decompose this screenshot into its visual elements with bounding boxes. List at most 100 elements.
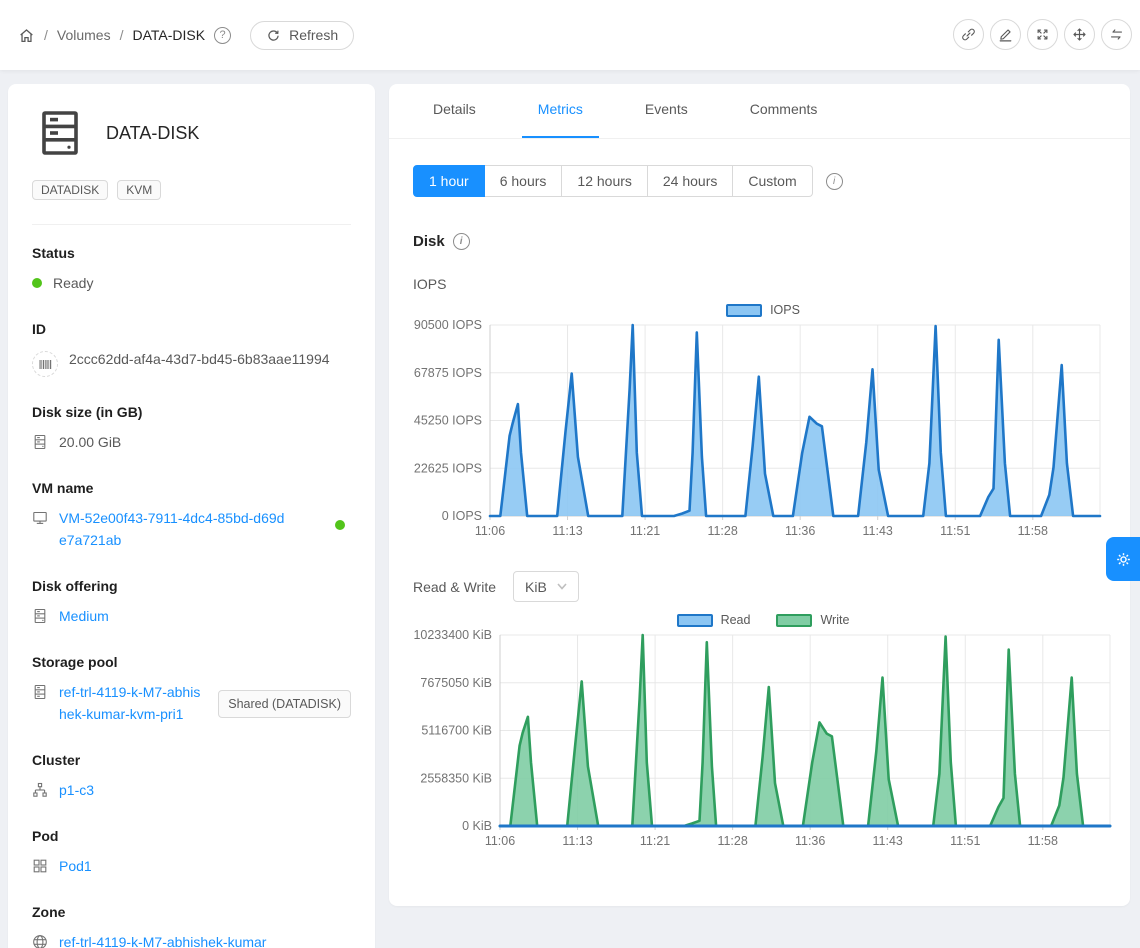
svg-text:11:51: 11:51 <box>940 524 970 538</box>
edit-icon <box>997 26 1014 43</box>
tag-datadisk: DATADISK <box>32 180 108 200</box>
svg-text:11:51: 11:51 <box>950 834 980 848</box>
status-dot <box>32 278 42 288</box>
disk-icon <box>32 608 48 624</box>
database-icon <box>32 684 48 700</box>
svg-text:11:36: 11:36 <box>795 834 825 848</box>
resource-tags: DATADISK KVM <box>32 180 351 200</box>
field-value-row: Pod1 <box>32 855 351 877</box>
gear-icon <box>1114 550 1133 569</box>
iops-legend: IOPS <box>413 301 1113 319</box>
field-value[interactable]: Medium <box>59 605 109 627</box>
time-range-6-hours[interactable]: 6 hours <box>485 165 563 197</box>
swap-arrows-icon <box>1108 26 1125 43</box>
time-range-1-hour[interactable]: 1 hour <box>413 165 485 197</box>
field-value[interactable]: ref-trl-4119-k-M7-abhishek-kumar-kvm-pri… <box>59 681 207 725</box>
svg-text:0 KiB: 0 KiB <box>462 819 492 833</box>
link-button[interactable] <box>953 19 984 50</box>
storage-pool-badge: Shared (DATADISK) <box>218 690 351 718</box>
svg-text:0 IOPS: 0 IOPS <box>442 509 482 523</box>
field-value: Ready <box>53 272 93 294</box>
rw-legend: ReadWrite <box>413 611 1113 629</box>
field-value[interactable]: Pod1 <box>59 855 92 877</box>
field-zone: Zone ref-trl-4119-k-M7-abhishek-kumar <box>32 904 351 948</box>
time-range-24-hours[interactable]: 24 hours <box>648 165 733 197</box>
globe-icon <box>32 934 48 948</box>
volume-actions <box>953 19 1132 50</box>
field-label-disk-size-in-gb: Disk size (in GB) <box>32 404 351 420</box>
link-icon <box>960 26 977 43</box>
home-icon[interactable] <box>18 27 35 44</box>
tab-metrics[interactable]: Metrics <box>522 84 599 138</box>
refresh-button[interactable]: Refresh <box>250 21 354 50</box>
field-value-row: ref-trl-4119-k-M7-abhishek-kumar <box>32 931 351 948</box>
field-disk-size-in-gb: Disk size (in GB)20.00 GiB <box>32 404 351 453</box>
breadcrumb-current: DATA-DISK <box>132 27 205 43</box>
page-content: DATA-DISK DATADISK KVM Status Ready ID 2ccc6… <box>0 70 1140 948</box>
swap-arrows-button[interactable] <box>1101 19 1132 50</box>
time-range-info-icon[interactable]: i <box>826 173 843 190</box>
legend-label-iops: IOPS <box>770 303 800 317</box>
tag-kvm: KVM <box>117 180 161 200</box>
breadcrumb-volumes[interactable]: Volumes <box>57 27 111 43</box>
svg-text:11:43: 11:43 <box>863 524 893 538</box>
disk-icon <box>32 434 48 450</box>
tab-bar: Details Metrics Events Comments <box>389 84 1130 139</box>
iops-chart-title: IOPS <box>413 276 1106 292</box>
resource-title: DATA-DISK <box>106 123 199 144</box>
svg-text:11:58: 11:58 <box>1018 524 1048 538</box>
field-value-row: VM-52e00f43-7911-4dc4-85bd-d69de7a721ab <box>32 507 351 551</box>
refresh-icon <box>266 28 281 43</box>
tab-comments[interactable]: Comments <box>734 84 834 138</box>
svg-text:7675050 KiB: 7675050 KiB <box>420 676 492 690</box>
field-cluster: Cluster p1-c3 <box>32 752 351 801</box>
field-value-row: Ready <box>32 272 351 294</box>
tab-details[interactable]: Details <box>417 84 492 138</box>
unit-select-value: KiB <box>525 579 547 595</box>
field-label-cluster: Cluster <box>32 752 351 768</box>
field-label-status: Status <box>32 245 351 261</box>
svg-text:11:13: 11:13 <box>562 834 592 848</box>
iops-chart: 11:0611:1311:2111:2811:3611:4311:5111:58… <box>413 319 1113 543</box>
disk-info-icon[interactable]: i <box>453 233 470 250</box>
field-pod: PodPod1 <box>32 828 351 877</box>
refresh-label: Refresh <box>289 27 338 43</box>
time-range-custom[interactable]: Custom <box>733 165 812 197</box>
disk-section-title: Disk <box>413 233 445 250</box>
chevron-down-icon <box>557 583 567 590</box>
field-value[interactable]: VM-52e00f43-7911-4dc4-85bd-d69de7a721ab <box>59 507 291 551</box>
settings-drawer-button[interactable] <box>1106 537 1140 581</box>
resize-arrows-button[interactable] <box>1027 19 1058 50</box>
edit-button[interactable] <box>990 19 1021 50</box>
svg-text:11:21: 11:21 <box>640 834 670 848</box>
divider <box>32 224 351 225</box>
resource-panel: DATA-DISK DATADISK KVM Status Ready ID 2ccc6… <box>8 84 375 948</box>
field-value[interactable]: ref-trl-4119-k-M7-abhishek-kumar <box>59 931 266 948</box>
vm-status-dot <box>335 520 345 530</box>
field-value: 2ccc62dd-af4a-43d7-bd45-6b83aae11994 <box>69 348 330 370</box>
field-label-id: ID <box>32 321 351 337</box>
field-status: Status Ready <box>32 245 351 294</box>
move-icon <box>1071 26 1088 43</box>
field-label-zone: Zone <box>32 904 351 920</box>
legend-label-read: Read <box>721 613 751 627</box>
tab-events[interactable]: Events <box>629 84 704 138</box>
svg-text:11:36: 11:36 <box>785 524 815 538</box>
move-button[interactable] <box>1064 19 1095 50</box>
svg-text:22625 IOPS: 22625 IOPS <box>414 461 482 475</box>
field-value-row: ref-trl-4119-k-M7-abhishek-kumar-kvm-pri… <box>32 681 351 725</box>
time-range-12-hours[interactable]: 12 hours <box>562 165 647 197</box>
unit-select[interactable]: KiB <box>513 571 579 602</box>
svg-text:67875 IOPS: 67875 IOPS <box>414 366 482 380</box>
field-id: ID 2ccc62dd-af4a-43d7-bd45-6b83aae11994 <box>32 321 351 377</box>
svg-text:11:13: 11:13 <box>552 524 582 538</box>
legend-swatch-write <box>776 614 812 627</box>
field-disk-offering: Disk offeringMedium <box>32 578 351 627</box>
help-icon[interactable]: ? <box>214 27 231 44</box>
svg-text:11:21: 11:21 <box>630 524 660 538</box>
field-value[interactable]: p1-c3 <box>59 779 94 801</box>
svg-text:11:06: 11:06 <box>485 834 515 848</box>
field-value-row: Medium <box>32 605 351 627</box>
time-range-group: 1 hour6 hours12 hours24 hoursCustom <box>413 165 813 197</box>
field-value-row: p1-c3 <box>32 779 351 801</box>
